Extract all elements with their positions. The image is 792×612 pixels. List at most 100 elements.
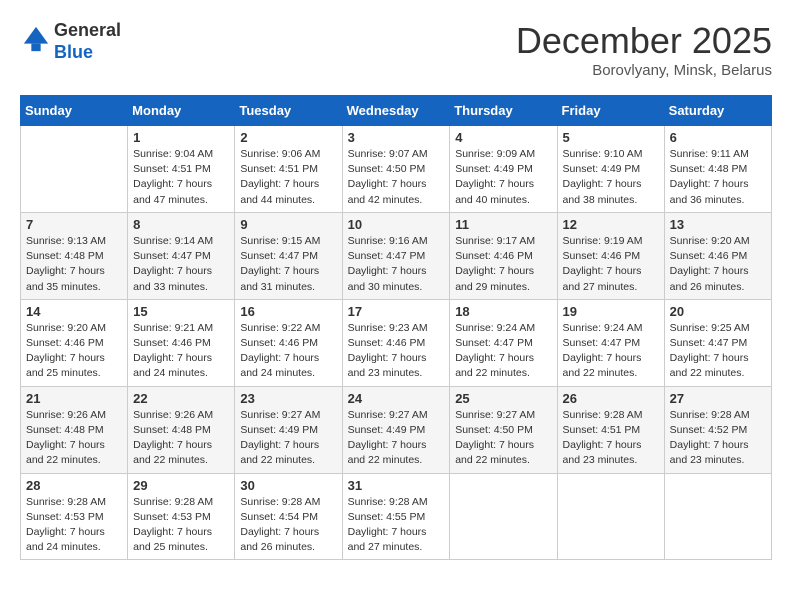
calendar-cell: 29 Sunrise: 9:28 AMSunset: 4:53 PMDayligh… (128, 473, 235, 560)
calendar-cell: 16 Sunrise: 9:22 AMSunset: 4:46 PMDayligh… (235, 299, 342, 386)
day-number: 14 (26, 304, 122, 319)
calendar-cell: 4 Sunrise: 9:09 AMSunset: 4:49 PMDaylight… (450, 126, 557, 213)
calendar-cell: 8 Sunrise: 9:14 AMSunset: 4:47 PMDaylight… (128, 212, 235, 299)
calendar-cell: 6 Sunrise: 9:11 AMSunset: 4:48 PMDaylight… (664, 126, 771, 213)
calendar-cell: 24 Sunrise: 9:27 AMSunset: 4:49 PMDayligh… (342, 386, 450, 473)
day-number: 23 (240, 391, 336, 406)
day-info: Sunrise: 9:26 AMSunset: 4:48 PMDaylight:… (26, 408, 122, 469)
calendar-cell: 20 Sunrise: 9:25 AMSunset: 4:47 PMDayligh… (664, 299, 771, 386)
day-number: 19 (563, 304, 659, 319)
calendar-cell: 31 Sunrise: 9:28 AMSunset: 4:55 PMDayligh… (342, 473, 450, 560)
calendar-cell: 23 Sunrise: 9:27 AMSunset: 4:49 PMDayligh… (235, 386, 342, 473)
day-info: Sunrise: 9:27 AMSunset: 4:49 PMDaylight:… (240, 408, 336, 469)
day-number: 9 (240, 217, 336, 232)
day-info: Sunrise: 9:27 AMSunset: 4:50 PMDaylight:… (455, 408, 551, 469)
day-info: Sunrise: 9:15 AMSunset: 4:47 PMDaylight:… (240, 234, 336, 295)
day-number: 18 (455, 304, 551, 319)
calendar-cell: 28 Sunrise: 9:28 AMSunset: 4:53 PMDayligh… (21, 473, 128, 560)
day-info: Sunrise: 9:28 AMSunset: 4:54 PMDaylight:… (240, 495, 336, 556)
weekday-header-monday: Monday (128, 96, 235, 126)
day-number: 21 (26, 391, 122, 406)
day-info: Sunrise: 9:24 AMSunset: 4:47 PMDaylight:… (563, 321, 659, 382)
day-info: Sunrise: 9:10 AMSunset: 4:49 PMDaylight:… (563, 147, 659, 208)
day-number: 24 (348, 391, 445, 406)
logo-text: General Blue (54, 20, 121, 63)
day-info: Sunrise: 9:17 AMSunset: 4:46 PMDaylight:… (455, 234, 551, 295)
day-info: Sunrise: 9:28 AMSunset: 4:53 PMDaylight:… (26, 495, 122, 556)
calendar-cell: 25 Sunrise: 9:27 AMSunset: 4:50 PMDayligh… (450, 386, 557, 473)
day-info: Sunrise: 9:09 AMSunset: 4:49 PMDaylight:… (455, 147, 551, 208)
day-number: 20 (670, 304, 766, 319)
logo: General Blue (20, 20, 121, 63)
day-info: Sunrise: 9:06 AMSunset: 4:51 PMDaylight:… (240, 147, 336, 208)
day-number: 26 (563, 391, 659, 406)
calendar-cell: 2 Sunrise: 9:06 AMSunset: 4:51 PMDaylight… (235, 126, 342, 213)
day-number: 10 (348, 217, 445, 232)
day-info: Sunrise: 9:21 AMSunset: 4:46 PMDaylight:… (133, 321, 229, 382)
calendar-cell (557, 473, 664, 560)
day-number: 28 (26, 478, 122, 493)
day-number: 4 (455, 130, 551, 145)
calendar-cell: 14 Sunrise: 9:20 AMSunset: 4:46 PMDayligh… (21, 299, 128, 386)
page-header: General Blue December 2025 Borovlyany, M… (20, 20, 772, 79)
day-info: Sunrise: 9:16 AMSunset: 4:47 PMDaylight:… (348, 234, 445, 295)
calendar-week-2: 7 Sunrise: 9:13 AMSunset: 4:48 PMDaylight… (21, 212, 772, 299)
weekday-header-friday: Friday (557, 96, 664, 126)
weekday-header-saturday: Saturday (664, 96, 771, 126)
calendar-cell: 27 Sunrise: 9:28 AMSunset: 4:52 PMDayligh… (664, 386, 771, 473)
day-number: 7 (26, 217, 122, 232)
weekday-header-thursday: Thursday (450, 96, 557, 126)
calendar-cell (450, 473, 557, 560)
calendar-cell: 9 Sunrise: 9:15 AMSunset: 4:47 PMDaylight… (235, 212, 342, 299)
day-info: Sunrise: 9:26 AMSunset: 4:48 PMDaylight:… (133, 408, 229, 469)
day-info: Sunrise: 9:27 AMSunset: 4:49 PMDaylight:… (348, 408, 445, 469)
logo-icon (22, 25, 50, 53)
day-number: 6 (670, 130, 766, 145)
day-info: Sunrise: 9:28 AMSunset: 4:52 PMDaylight:… (670, 408, 766, 469)
day-info: Sunrise: 9:28 AMSunset: 4:55 PMDaylight:… (348, 495, 445, 556)
calendar-cell: 3Sunrise: 9:07 AMSunset: 4:50 PMDaylight… (342, 126, 450, 213)
day-number: 12 (563, 217, 659, 232)
weekday-header-sunday: Sunday (21, 96, 128, 126)
calendar-cell (21, 126, 128, 213)
day-info: Sunrise: 9:28 AMSunset: 4:53 PMDaylight:… (133, 495, 229, 556)
calendar-cell: 12 Sunrise: 9:19 AMSunset: 4:46 PMDayligh… (557, 212, 664, 299)
day-number: 1 (133, 130, 229, 145)
day-info: Sunrise: 9:14 AMSunset: 4:47 PMDaylight:… (133, 234, 229, 295)
calendar-cell: 7 Sunrise: 9:13 AMSunset: 4:48 PMDaylight… (21, 212, 128, 299)
calendar-cell: 26 Sunrise: 9:28 AMSunset: 4:51 PMDayligh… (557, 386, 664, 473)
calendar-cell: 30Sunrise: 9:28 AMSunset: 4:54 PMDayligh… (235, 473, 342, 560)
day-info: Sunrise: 9:04 AMSunset: 4:51 PMDaylight:… (133, 147, 229, 208)
weekday-header-wednesday: Wednesday (342, 96, 450, 126)
calendar-cell: 22Sunrise: 9:26 AMSunset: 4:48 PMDayligh… (128, 386, 235, 473)
calendar-cell: 17Sunrise: 9:23 AMSunset: 4:46 PMDayligh… (342, 299, 450, 386)
day-info: Sunrise: 9:13 AMSunset: 4:48 PMDaylight:… (26, 234, 122, 295)
day-number: 17 (348, 304, 445, 319)
calendar-cell: 11Sunrise: 9:17 AMSunset: 4:46 PMDayligh… (450, 212, 557, 299)
day-info: Sunrise: 9:28 AMSunset: 4:51 PMDaylight:… (563, 408, 659, 469)
calendar-cell: 10 Sunrise: 9:16 AMSunset: 4:47 PMDayligh… (342, 212, 450, 299)
calendar-table: SundayMondayTuesdayWednesdayThursdayFrid… (20, 95, 772, 560)
title-block: December 2025 Borovlyany, Minsk, Belarus (516, 20, 772, 79)
day-info: Sunrise: 9:22 AMSunset: 4:46 PMDaylight:… (240, 321, 336, 382)
day-info: Sunrise: 9:20 AMSunset: 4:46 PMDaylight:… (670, 234, 766, 295)
day-info: Sunrise: 9:25 AMSunset: 4:47 PMDaylight:… (670, 321, 766, 382)
day-info: Sunrise: 9:19 AMSunset: 4:46 PMDaylight:… (563, 234, 659, 295)
day-info: Sunrise: 9:20 AMSunset: 4:46 PMDaylight:… (26, 321, 122, 382)
day-number: 16 (240, 304, 336, 319)
calendar-cell: 21 Sunrise: 9:26 AMSunset: 4:48 PMDayligh… (21, 386, 128, 473)
day-number: 29 (133, 478, 229, 493)
calendar-week-5: 28 Sunrise: 9:28 AMSunset: 4:53 PMDayligh… (21, 473, 772, 560)
calendar-cell (664, 473, 771, 560)
day-info: Sunrise: 9:11 AMSunset: 4:48 PMDaylight:… (670, 147, 766, 208)
calendar-week-1: 1 Sunrise: 9:04 AMSunset: 4:51 PMDaylight… (21, 126, 772, 213)
calendar-cell: 1 Sunrise: 9:04 AMSunset: 4:51 PMDaylight… (128, 126, 235, 213)
day-number: 2 (240, 130, 336, 145)
day-number: 25 (455, 391, 551, 406)
day-number: 31 (348, 478, 445, 493)
day-number: 27 (670, 391, 766, 406)
calendar-cell: 19 Sunrise: 9:24 AMSunset: 4:47 PMDayligh… (557, 299, 664, 386)
day-number: 8 (133, 217, 229, 232)
weekday-header-tuesday: Tuesday (235, 96, 342, 126)
day-number: 15 (133, 304, 229, 319)
